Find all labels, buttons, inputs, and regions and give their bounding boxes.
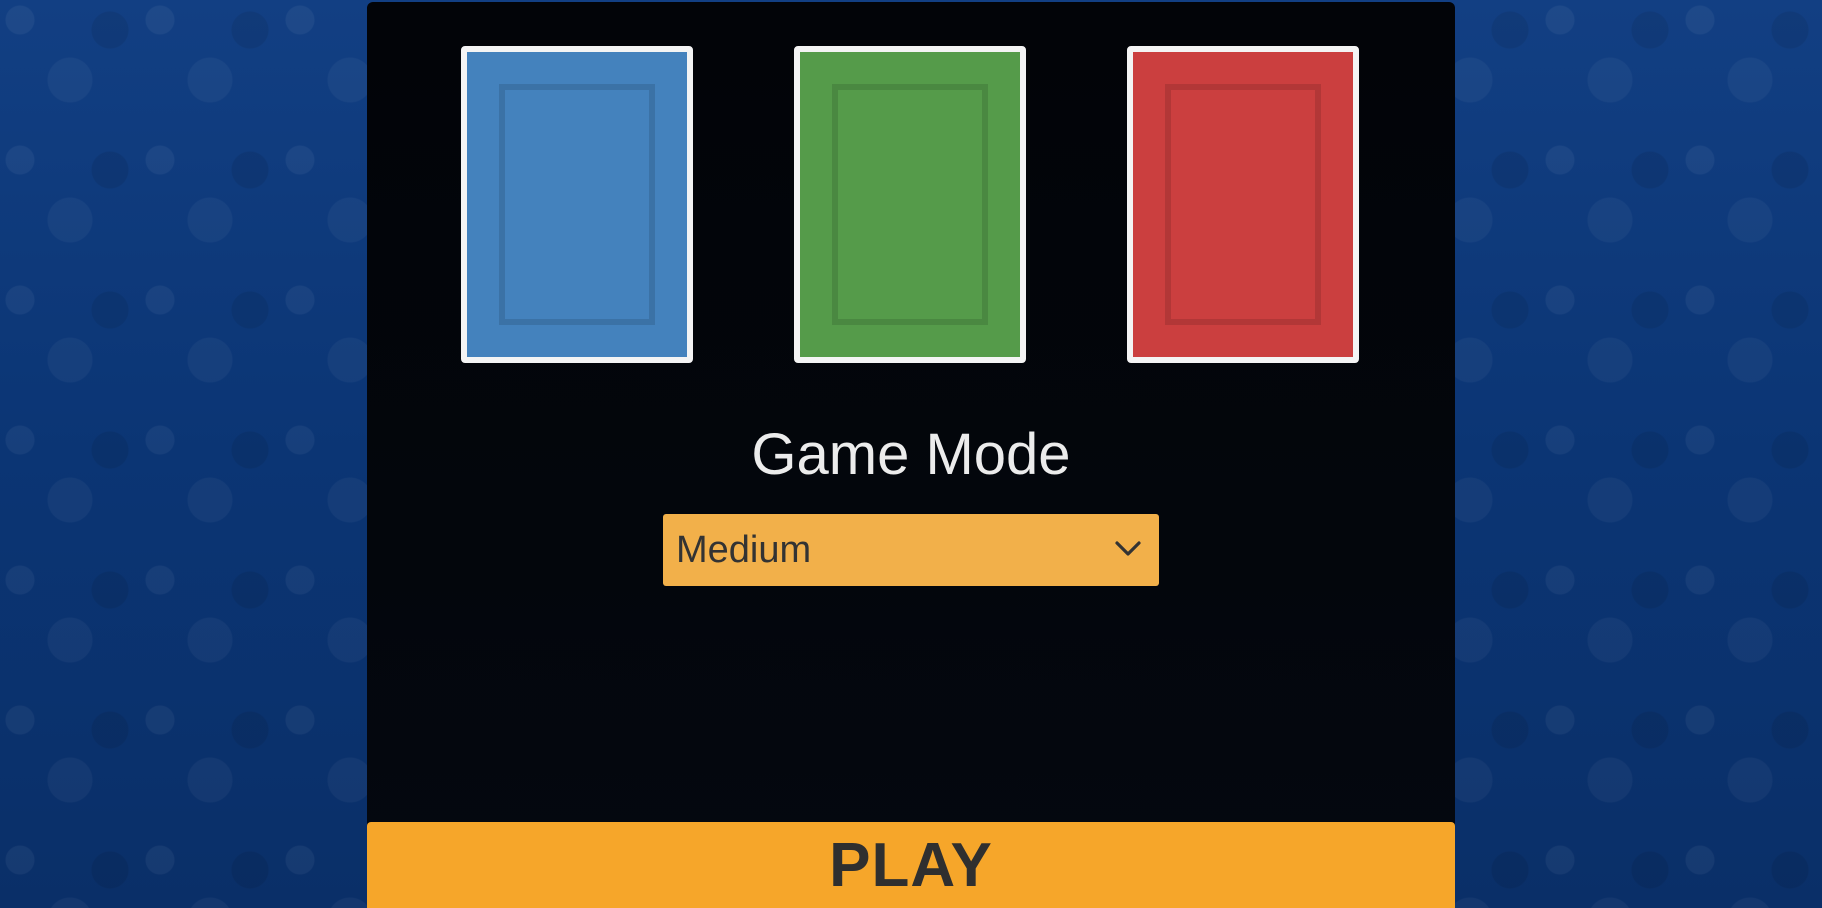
card-back-blue[interactable] (461, 46, 693, 363)
chevron-down-icon (1115, 541, 1141, 556)
card-back-inner-border (832, 84, 988, 325)
game-mode-title: Game Mode (751, 422, 1071, 487)
card-back-inner-border (499, 84, 655, 325)
card-back-green[interactable] (794, 46, 1026, 363)
play-button[interactable]: PLAY (367, 822, 1455, 908)
game-mode-dropdown[interactable]: Medium (663, 514, 1159, 586)
card-back-red[interactable] (1127, 46, 1359, 363)
game-mode-selected-value: Medium (676, 529, 812, 571)
card-back-inner-border (1165, 84, 1321, 325)
game-setup-panel: Game Mode Medium PLAY (367, 2, 1455, 908)
